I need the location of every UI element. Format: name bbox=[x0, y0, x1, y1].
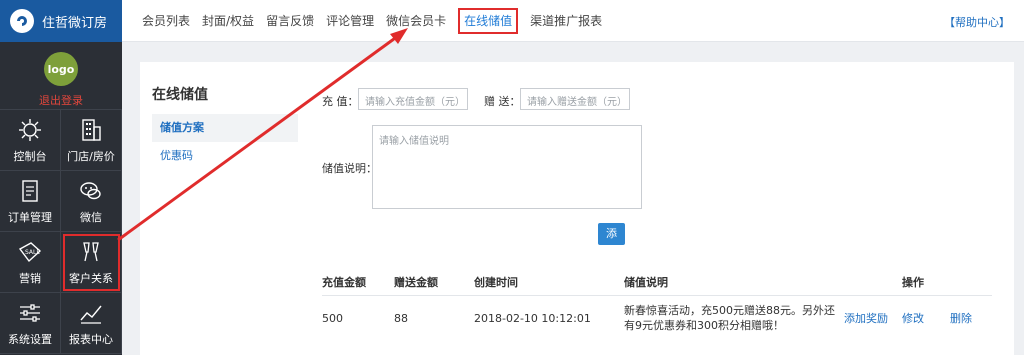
sidebar-item-label: 微信 bbox=[80, 210, 102, 224]
tab-cover-benefits[interactable]: 封面/权益 bbox=[202, 10, 254, 32]
header-amount: 充值金额 bbox=[322, 275, 366, 289]
logout-link[interactable]: 退出登录 bbox=[39, 92, 83, 108]
main-panel: 在线储值 储值方案 优惠码 充 值： 请输入充值金额（元） 赠 送： 请输入赠送… bbox=[140, 62, 1014, 355]
charge-amount-input[interactable]: 请输入充值金额（元） bbox=[358, 88, 468, 110]
sidebar-item-dashboard[interactable]: 控制台 bbox=[0, 110, 61, 171]
document-icon bbox=[22, 179, 38, 202]
plans-table: 充值金额 赠送金额 创建时间 储值说明 操作 500 88 2018-02-10… bbox=[322, 268, 992, 340]
subnav-item-plans[interactable]: 储值方案 bbox=[152, 114, 298, 142]
sidebar-item-label: 门店/房价 bbox=[67, 149, 115, 163]
sale-tag-icon: SALE bbox=[18, 241, 42, 262]
sidebar-item-label: 报表中心 bbox=[69, 332, 113, 346]
cell-gift: 88 bbox=[394, 311, 408, 325]
cell-amount: 500 bbox=[322, 311, 343, 325]
avatar[interactable]: logo bbox=[44, 52, 78, 86]
help-center-link[interactable]: 【帮助中心】 bbox=[944, 14, 1010, 30]
header-actions: 操作 bbox=[902, 275, 924, 289]
sidebar-item-settings[interactable]: 系统设置 bbox=[0, 293, 61, 354]
gift-label: 赠 送： bbox=[484, 95, 521, 108]
tab-member-list[interactable]: 会员列表 bbox=[142, 10, 190, 32]
header-gift: 赠送金额 bbox=[394, 275, 438, 289]
tab-reviews[interactable]: 评论管理 bbox=[326, 10, 374, 32]
building-icon bbox=[82, 118, 101, 141]
tab-channel-report[interactable]: 渠道推广报表 bbox=[530, 10, 602, 32]
sidebar-item-label: 控制台 bbox=[13, 149, 47, 163]
add-reward-link[interactable]: 添加奖励 bbox=[844, 310, 902, 326]
brand-bar[interactable]: 住哲微订房 bbox=[0, 0, 122, 42]
cheers-icon bbox=[83, 241, 99, 261]
top-nav: 会员列表 封面/权益 留言反馈 评论管理 微信会员卡 在线储值 渠道推广报表 【… bbox=[122, 0, 1024, 42]
sidebar-item-label: 订单管理 bbox=[8, 210, 52, 224]
sidebar-item-orders[interactable]: 订单管理 bbox=[0, 171, 61, 232]
tab-online-stored-value[interactable]: 在线储值 bbox=[458, 7, 519, 34]
tab-wechat-card[interactable]: 微信会员卡 bbox=[386, 10, 446, 32]
brand-logo-icon bbox=[10, 9, 34, 33]
charge-label: 充 值： bbox=[322, 95, 359, 108]
sliders-icon bbox=[20, 303, 40, 322]
line-chart-icon bbox=[80, 305, 102, 324]
sidebar-item-reports[interactable]: 报表中心 bbox=[61, 293, 122, 354]
gear-icon bbox=[19, 118, 41, 141]
desc-label: 储值说明： bbox=[322, 162, 377, 175]
table-row: 500 88 2018-02-10 10:12:01 新春惊喜活动，充500元赠… bbox=[322, 296, 992, 340]
desc-textarea[interactable]: 请输入储值说明 bbox=[372, 125, 642, 209]
sidebar: 住哲微订房 logo 退出登录 控制台 门店/房价 订单管理 微信 SALE 营… bbox=[0, 0, 122, 355]
header-desc: 储值说明 bbox=[624, 275, 668, 289]
brand-title: 住哲微订房 bbox=[42, 15, 108, 31]
tab-feedback[interactable]: 留言反馈 bbox=[266, 10, 314, 32]
page-title: 在线储值 bbox=[152, 87, 208, 103]
subnav-item-coupon-code[interactable]: 优惠码 bbox=[152, 142, 298, 170]
sidebar-item-marketing[interactable]: SALE 营销 bbox=[0, 232, 61, 293]
sidebar-item-label: 客户关系 bbox=[69, 271, 113, 285]
sidebar-item-crm[interactable]: 客户关系 bbox=[61, 232, 122, 293]
sidebar-nav: 控制台 门店/房价 订单管理 微信 SALE 营销 客户关系 系统设置 报表中心 bbox=[0, 110, 122, 354]
svg-text:SALE: SALE bbox=[25, 249, 40, 256]
add-button[interactable]: 添加 bbox=[598, 223, 625, 262]
delete-link[interactable]: 删除 bbox=[950, 310, 992, 326]
sidebar-item-wechat[interactable]: 微信 bbox=[61, 171, 122, 232]
header-created: 创建时间 bbox=[474, 275, 518, 289]
table-header: 充值金额 赠送金额 创建时间 储值说明 操作 bbox=[322, 268, 992, 296]
edit-link[interactable]: 修改 bbox=[902, 310, 950, 326]
sidebar-item-store[interactable]: 门店/房价 bbox=[61, 110, 122, 171]
sub-nav: 在线储值 储值方案 优惠码 bbox=[152, 84, 298, 170]
wechat-icon bbox=[80, 181, 101, 199]
profile: logo 退出登录 bbox=[0, 42, 122, 110]
sidebar-item-label: 系统设置 bbox=[8, 332, 52, 346]
cell-created: 2018-02-10 10:12:01 bbox=[474, 311, 591, 325]
gift-amount-input[interactable]: 请输入赠送金额（元） bbox=[520, 88, 630, 110]
cell-desc: 新春惊喜活动，充500元赠送88元。另外还有9元优惠券和300积分相赠哦！ bbox=[624, 304, 835, 332]
sidebar-item-label: 营销 bbox=[19, 271, 41, 285]
